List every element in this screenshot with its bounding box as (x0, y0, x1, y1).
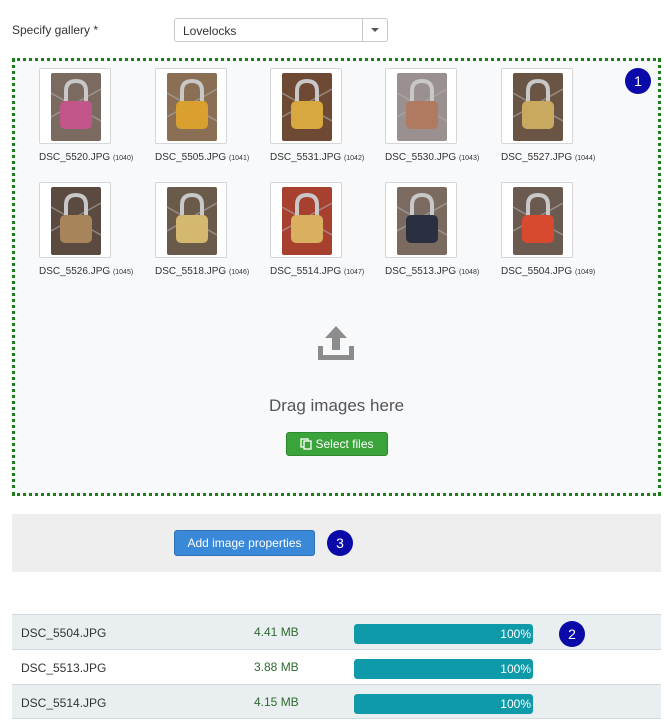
lovelock-photo (282, 73, 332, 141)
gallery-select-value: Lovelocks (183, 24, 237, 38)
image-thumbnail[interactable] (385, 182, 457, 258)
thumbnail-filename: DSC_5530.JPG (385, 152, 457, 163)
upload-filesize: 4.15 MB (254, 695, 299, 709)
upload-filename: DSC_5504.JPG (21, 626, 107, 640)
thumbnail-filename: DSC_5531.JPG (270, 152, 342, 163)
callout-badge-1: 1 (625, 68, 651, 94)
thumbnail-caption: DSC_5505.JPG (1041) (155, 152, 275, 163)
select-files-label: Select files (315, 437, 374, 451)
thumbnail-id: (1047) (343, 269, 365, 276)
upload-row: DSC_5513.JPG 3.88 MB 100% (12, 649, 661, 684)
select-files-button[interactable]: Select files (286, 432, 388, 456)
image-thumbnail[interactable] (385, 68, 457, 144)
thumbnail-caption: DSC_5520.JPG (1040) (39, 152, 159, 163)
gallery-label: Specify gallery * (12, 23, 99, 37)
lovelock-photo (397, 187, 447, 255)
thumbnail-filename: DSC_5526.JPG (39, 266, 111, 277)
image-thumbnail[interactable] (39, 182, 111, 258)
thumbnail-id: (1046) (228, 269, 250, 276)
upload-filesize: 4.41 MB (254, 625, 299, 639)
image-thumbnail[interactable] (155, 182, 227, 258)
thumbnail-id: (1041) (228, 155, 250, 162)
upload-filename: DSC_5514.JPG (21, 696, 107, 710)
upload-filename: DSC_5513.JPG (21, 661, 107, 675)
upload-progress-bar: 100% (354, 659, 533, 679)
files-icon (300, 438, 313, 450)
drag-images-text: Drag images here (268, 396, 405, 415)
thumbnail-id: (1048) (458, 269, 480, 276)
lovelock-photo (167, 73, 217, 141)
upload-icon (318, 326, 354, 360)
image-thumbnail[interactable] (501, 68, 573, 144)
thumbnail-caption: DSC_5514.JPG (1047) (270, 266, 390, 277)
thumbnail-id: (1044) (574, 155, 596, 162)
lovelock-photo (397, 73, 447, 141)
lovelock-photo (282, 187, 332, 255)
lovelock-photo (51, 73, 101, 141)
thumbnail-filename: DSC_5505.JPG (155, 152, 227, 163)
upload-progress-label: 100% (500, 627, 531, 641)
upload-progress-bar: 100% (354, 694, 533, 714)
upload-progress-bar: 100% (354, 624, 533, 644)
lovelock-photo (513, 187, 563, 255)
image-thumbnail[interactable] (39, 68, 111, 144)
thumbnail-id: (1040) (112, 155, 134, 162)
thumbnail-filename: DSC_5527.JPG (501, 152, 573, 163)
image-thumbnail[interactable] (501, 182, 573, 258)
lovelock-photo (51, 187, 101, 255)
upload-progress-label: 100% (500, 662, 531, 676)
gallery-select[interactable]: Lovelocks (174, 18, 388, 42)
upload-filesize: 3.88 MB (254, 660, 299, 674)
thumbnail-id: (1049) (574, 269, 596, 276)
upload-progress-label: 100% (500, 697, 531, 711)
thumbnail-caption: DSC_5504.JPG (1049) (501, 266, 621, 277)
thumbnail-filename: DSC_5514.JPG (270, 266, 342, 277)
thumbnail-caption: DSC_5527.JPG (1044) (501, 152, 621, 163)
thumbnail-caption: DSC_5526.JPG (1045) (39, 266, 159, 277)
lovelock-photo (167, 187, 217, 255)
thumbnail-filename: DSC_5518.JPG (155, 266, 227, 277)
chevron-down-icon[interactable] (362, 19, 387, 41)
thumbnail-filename: DSC_5504.JPG (501, 266, 573, 277)
thumbnail-caption: DSC_5530.JPG (1043) (385, 152, 505, 163)
thumbnail-filename: DSC_5513.JPG (385, 266, 457, 277)
callout-badge-2: 2 (559, 621, 585, 647)
image-thumbnail[interactable] (155, 68, 227, 144)
thumbnail-id: (1045) (112, 269, 134, 276)
thumbnail-filename: DSC_5520.JPG (39, 152, 111, 163)
image-thumbnail[interactable] (270, 182, 342, 258)
thumbnail-caption: DSC_5518.JPG (1046) (155, 266, 275, 277)
thumbnail-id: (1043) (458, 155, 480, 162)
lovelock-photo (513, 73, 563, 141)
thumbnail-id: (1042) (343, 155, 365, 162)
upload-row: DSC_5514.JPG 4.15 MB 100% (12, 684, 661, 719)
callout-badge-3: 3 (327, 530, 353, 556)
thumbnail-caption: DSC_5513.JPG (1048) (385, 266, 505, 277)
image-thumbnail[interactable] (270, 68, 342, 144)
thumbnail-caption: DSC_5531.JPG (1042) (270, 152, 390, 163)
add-image-properties-button[interactable]: Add image properties (174, 530, 315, 556)
